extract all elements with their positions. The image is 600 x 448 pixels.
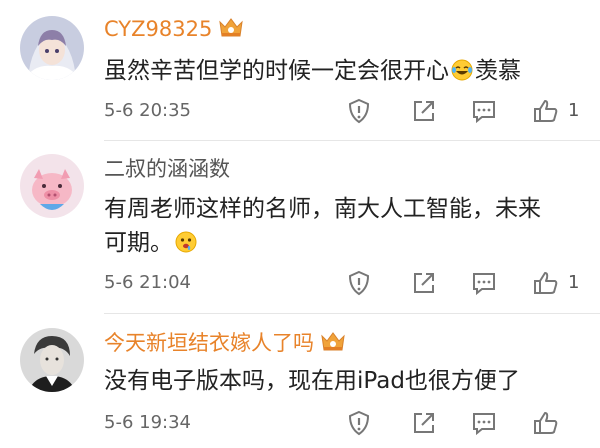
- comment-text-part: 没有电子版本吗，现在用iPad也很方便了: [104, 368, 520, 394]
- timestamp: 5-6 20:35: [104, 100, 191, 121]
- drooling-face-emoji: [175, 229, 197, 253]
- like-count: 1: [568, 100, 580, 121]
- username[interactable]: 今天新垣结衣嫁人了吗: [104, 330, 346, 358]
- username[interactable]: CYZ98325: [104, 16, 244, 44]
- username[interactable]: 二叔的涵涵数: [104, 156, 230, 182]
- exclamation-shield-icon[interactable]: [344, 96, 374, 126]
- thumbs-up-icon[interactable]: [531, 96, 561, 126]
- share-icon[interactable]: [409, 408, 439, 438]
- avatar[interactable]: [20, 154, 84, 218]
- comment-text-part: 可期。: [104, 230, 173, 256]
- comment-meta: 5-6 19:34: [104, 408, 590, 438]
- comment-icon[interactable]: [469, 408, 499, 438]
- comment-meta: 5-6 21:04 1: [104, 268, 590, 298]
- share-icon[interactable]: [409, 96, 439, 126]
- comment-icon[interactable]: [469, 96, 499, 126]
- avatar[interactable]: [20, 16, 84, 80]
- comment-icon[interactable]: [469, 268, 499, 298]
- comment-text-line: 有周老师这样的名师，南大人工智能，未来: [104, 196, 541, 222]
- comment-meta: 5-6 20:35 1: [104, 96, 590, 126]
- timestamp: 5-6 21:04: [104, 272, 191, 293]
- laughing-tears-emoji: [451, 57, 473, 81]
- comment-text: 有周老师这样的名师，南大人工智能，未来 可期。: [104, 192, 574, 260]
- comment-text-part: 羡慕: [475, 58, 521, 84]
- crown-icon: [320, 330, 346, 358]
- thumbs-up-icon[interactable]: [531, 268, 561, 298]
- timestamp: 5-6 19:34: [104, 412, 191, 433]
- comment-text: 虽然辛苦但学的时候一定会很开心 羡慕: [104, 54, 574, 88]
- avatar[interactable]: [20, 328, 84, 392]
- comment-text-part: 虽然辛苦但学的时候一定会很开心: [104, 58, 449, 84]
- exclamation-shield-icon[interactable]: [344, 408, 374, 438]
- comment-text: 没有电子版本吗，现在用iPad也很方便了: [104, 364, 574, 398]
- exclamation-shield-icon[interactable]: [344, 268, 374, 298]
- divider: [104, 140, 600, 141]
- like-count: 1: [568, 272, 580, 293]
- share-icon[interactable]: [409, 268, 439, 298]
- comment-text-line: 可期。: [104, 226, 574, 260]
- divider: [104, 313, 600, 314]
- username-text[interactable]: 今天新垣结衣嫁人了吗: [104, 331, 314, 355]
- thumbs-up-icon[interactable]: [531, 408, 561, 438]
- username-text[interactable]: 二叔的涵涵数: [104, 157, 230, 181]
- crown-icon: [218, 16, 244, 44]
- username-text[interactable]: CYZ98325: [104, 17, 212, 41]
